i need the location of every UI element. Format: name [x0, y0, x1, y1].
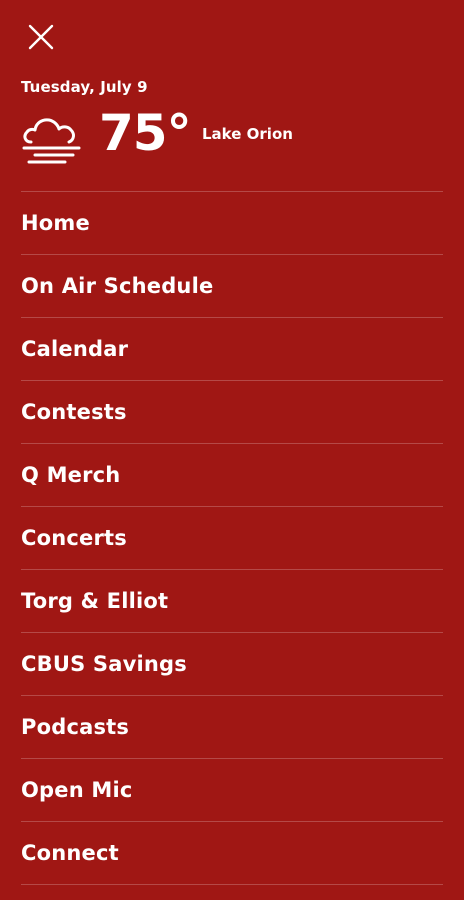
cloud-fog-icon — [22, 118, 81, 164]
menu-item-contests[interactable]: Contests — [21, 381, 443, 444]
menu-item-label: Connect — [21, 841, 119, 865]
temperature: 75° — [99, 104, 192, 162]
menu-item-podcasts[interactable]: Podcasts — [21, 696, 443, 759]
menu-item-label: Torg & Elliot — [21, 589, 169, 613]
menu-item-connect[interactable]: Connect — [21, 822, 443, 885]
menu-item-label: On Air Schedule — [21, 274, 214, 298]
menu-item-label: CBUS Savings — [21, 652, 187, 676]
weather-widget: 75° Lake Orion — [21, 104, 441, 166]
close-button[interactable] — [26, 22, 56, 52]
menu-item-cbus-savings[interactable]: CBUS Savings — [21, 633, 443, 696]
menu-item-q-merch[interactable]: Q Merch — [21, 444, 443, 507]
menu-item-calendar[interactable]: Calendar — [21, 318, 443, 381]
menu-item-home[interactable]: Home — [21, 192, 443, 255]
weather-location: Lake Orion — [202, 125, 293, 143]
menu-item-label: Contests — [21, 400, 127, 424]
weather-date: Tuesday, July 9 — [21, 78, 148, 96]
menu-item-on-air-schedule[interactable]: On Air Schedule — [21, 255, 443, 318]
menu-item-concerts[interactable]: Concerts — [21, 507, 443, 570]
menu-item-label: Concerts — [21, 526, 127, 550]
menu-item-label: Open Mic — [21, 778, 133, 802]
menu-item-label: Calendar — [21, 337, 129, 361]
nav-menu: Home On Air Schedule Calendar Contests Q… — [21, 191, 443, 885]
menu-item-open-mic[interactable]: Open Mic — [21, 759, 443, 822]
menu-item-label: Q Merch — [21, 463, 121, 487]
menu-item-torg-elliot[interactable]: Torg & Elliot — [21, 570, 443, 633]
close-icon — [28, 24, 54, 50]
menu-item-label: Podcasts — [21, 715, 130, 739]
menu-item-label: Home — [21, 211, 90, 235]
